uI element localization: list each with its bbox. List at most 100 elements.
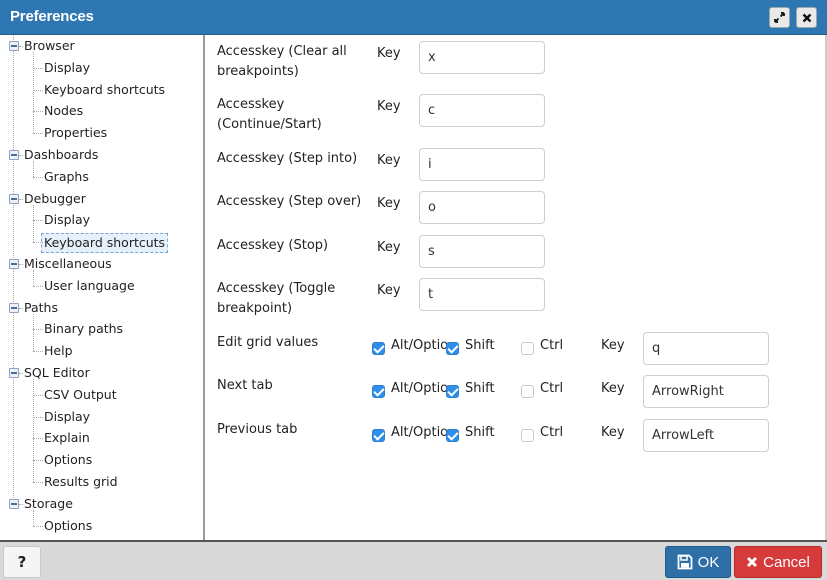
accesskey-toggle-breakpoint-input[interactable]: t	[419, 278, 545, 311]
tree-item-browser-keyboard-shortcuts[interactable]: Keyboard shortcuts	[44, 80, 165, 100]
tree-item-sql-editor-options[interactable]: Options	[44, 450, 92, 470]
accesskey-step-into-input[interactable]: i	[419, 148, 545, 181]
accesskey-stop-input[interactable]: s	[419, 235, 545, 268]
shortcut-label: Previous tab	[217, 422, 298, 437]
tree-connector	[33, 482, 43, 483]
tree-item-browser-display[interactable]: Display	[44, 58, 90, 78]
tree-connector	[33, 438, 43, 440]
tree-group-paths[interactable]: Paths	[24, 298, 58, 318]
shift-checkbox-label: Shift	[465, 425, 495, 440]
tree-item-paths-help[interactable]: Help	[44, 341, 73, 361]
tree-item-sql-editor-explain[interactable]: Explain	[44, 428, 90, 448]
ctrl-checkbox-label: Ctrl	[540, 425, 564, 440]
tree-item-sql-editor-csv-output[interactable]: CSV Output	[44, 385, 117, 405]
preferences-tree: Browser Display Keyboard shortcuts Nodes Pro…	[0, 35, 205, 540]
tree-connector	[33, 270, 34, 286]
close-x-icon	[747, 556, 758, 568]
tree-connector	[33, 379, 34, 482]
alt-checkbox[interactable]	[372, 342, 385, 355]
key-label: Key	[601, 381, 625, 396]
tree-group-dashboards[interactable]: Dashboards	[24, 145, 98, 165]
tree-item-storage-options[interactable]: Options	[44, 516, 92, 536]
dialog-title: Preferences	[10, 8, 94, 25]
maximize-button[interactable]	[769, 7, 790, 28]
collapse-toggle-icon[interactable]	[9, 41, 19, 51]
close-x-icon	[802, 13, 811, 22]
tree-connector	[33, 176, 43, 178]
tree-connector	[33, 242, 43, 244]
ctrl-checkbox[interactable]	[521, 385, 534, 398]
preferences-panel: Accesskey (Clear all breakpoints) Key x Acc…	[207, 35, 827, 540]
tree-connector	[33, 509, 34, 526]
tree-item-paths-binary-paths[interactable]: Binary paths	[44, 319, 123, 339]
tree-connector	[33, 133, 43, 135]
alt-checkbox[interactable]	[372, 385, 385, 398]
collapse-toggle-icon[interactable]	[9, 150, 19, 160]
alt-checkbox[interactable]	[372, 429, 385, 442]
collapse-toggle-icon[interactable]	[9, 368, 19, 378]
tree-connector	[19, 503, 23, 505]
tree-connector	[33, 313, 34, 352]
key-label: Key	[377, 46, 401, 61]
tree-item-dashboards-graphs[interactable]: Graphs	[44, 167, 89, 187]
shift-checkbox-label: Shift	[465, 338, 495, 353]
tree-group-storage[interactable]: Storage	[24, 494, 73, 514]
key-label: Key	[377, 99, 401, 114]
tree-connector	[33, 460, 43, 462]
accesskey-label: Accesskey (Toggle breakpoint)	[217, 281, 336, 316]
alt-checkbox-label: Alt/Option	[391, 381, 449, 396]
cancel-label: Cancel	[763, 553, 810, 571]
key-label: Key	[377, 153, 401, 168]
tree-item-miscellaneous-user-language[interactable]: User language	[44, 276, 135, 296]
shortcut-label: Next tab	[217, 378, 273, 393]
tree-connector	[19, 307, 23, 309]
tree-connector	[19, 373, 23, 374]
close-button[interactable]	[796, 7, 817, 28]
collapse-toggle-icon[interactable]	[9, 259, 19, 269]
key-label: Key	[601, 338, 625, 353]
accesskey-label: Accesskey (Step into)	[217, 151, 358, 166]
dialog-titlebar: Preferences	[0, 0, 827, 35]
previous-tab-key-input[interactable]: ArrowLeft	[643, 419, 769, 452]
tree-item-debugger-keyboard-shortcuts[interactable]: Keyboard shortcuts	[41, 233, 169, 254]
collapse-toggle-icon[interactable]	[9, 498, 19, 509]
tree-connector	[33, 161, 34, 177]
accesskey-continue-start-input[interactable]: c	[419, 94, 545, 127]
alt-checkbox-label: Alt/Option	[391, 425, 449, 440]
cancel-button[interactable]: Cancel	[734, 546, 822, 578]
alt-checkbox-label: Alt/Option	[391, 338, 449, 353]
edit-grid-values-key-input[interactable]: q	[643, 332, 769, 365]
tree-connector	[19, 264, 23, 265]
tree-group-browser[interactable]: Browser	[24, 36, 75, 56]
accesskey-label: Accesskey (Stop)	[217, 238, 329, 253]
accesskey-label: Accesskey (Step over)	[217, 194, 362, 209]
shift-checkbox[interactable]	[446, 342, 459, 355]
collapse-toggle-icon[interactable]	[9, 193, 19, 204]
next-tab-key-input[interactable]: ArrowRight	[643, 375, 769, 408]
tree-connector	[33, 89, 43, 91]
shift-checkbox-label: Shift	[465, 381, 495, 396]
shift-checkbox[interactable]	[446, 385, 459, 398]
expand-arrows-icon	[774, 12, 785, 23]
shift-checkbox[interactable]	[446, 429, 459, 442]
ctrl-checkbox[interactable]	[521, 342, 534, 355]
ctrl-checkbox-label: Ctrl	[540, 338, 564, 353]
tree-group-miscellaneous[interactable]: Miscellaneous	[24, 254, 112, 274]
tree-connector	[33, 52, 34, 134]
key-label: Key	[377, 240, 401, 255]
help-button[interactable]: ?	[3, 546, 41, 578]
ok-label: OK	[697, 553, 720, 571]
accesskey-step-over-input[interactable]: o	[419, 191, 545, 224]
tree-item-sql-editor-display[interactable]: Display	[44, 407, 90, 427]
tree-item-sql-editor-results-grid[interactable]: Results grid	[44, 472, 118, 492]
ctrl-checkbox[interactable]	[521, 429, 534, 442]
tree-item-debugger-display[interactable]: Display	[44, 210, 90, 230]
ok-button[interactable]: OK	[665, 546, 731, 578]
tree-connector	[19, 46, 23, 47]
tree-connector	[33, 329, 43, 331]
accesskey-label: Accesskey (Continue/Start)	[217, 97, 322, 132]
collapse-toggle-icon[interactable]	[9, 302, 19, 313]
tree-item-browser-properties[interactable]: Properties	[44, 123, 107, 143]
accesskey-clear-all-breakpoints-input[interactable]: x	[419, 41, 545, 74]
tree-item-browser-nodes[interactable]: Nodes	[44, 101, 83, 121]
